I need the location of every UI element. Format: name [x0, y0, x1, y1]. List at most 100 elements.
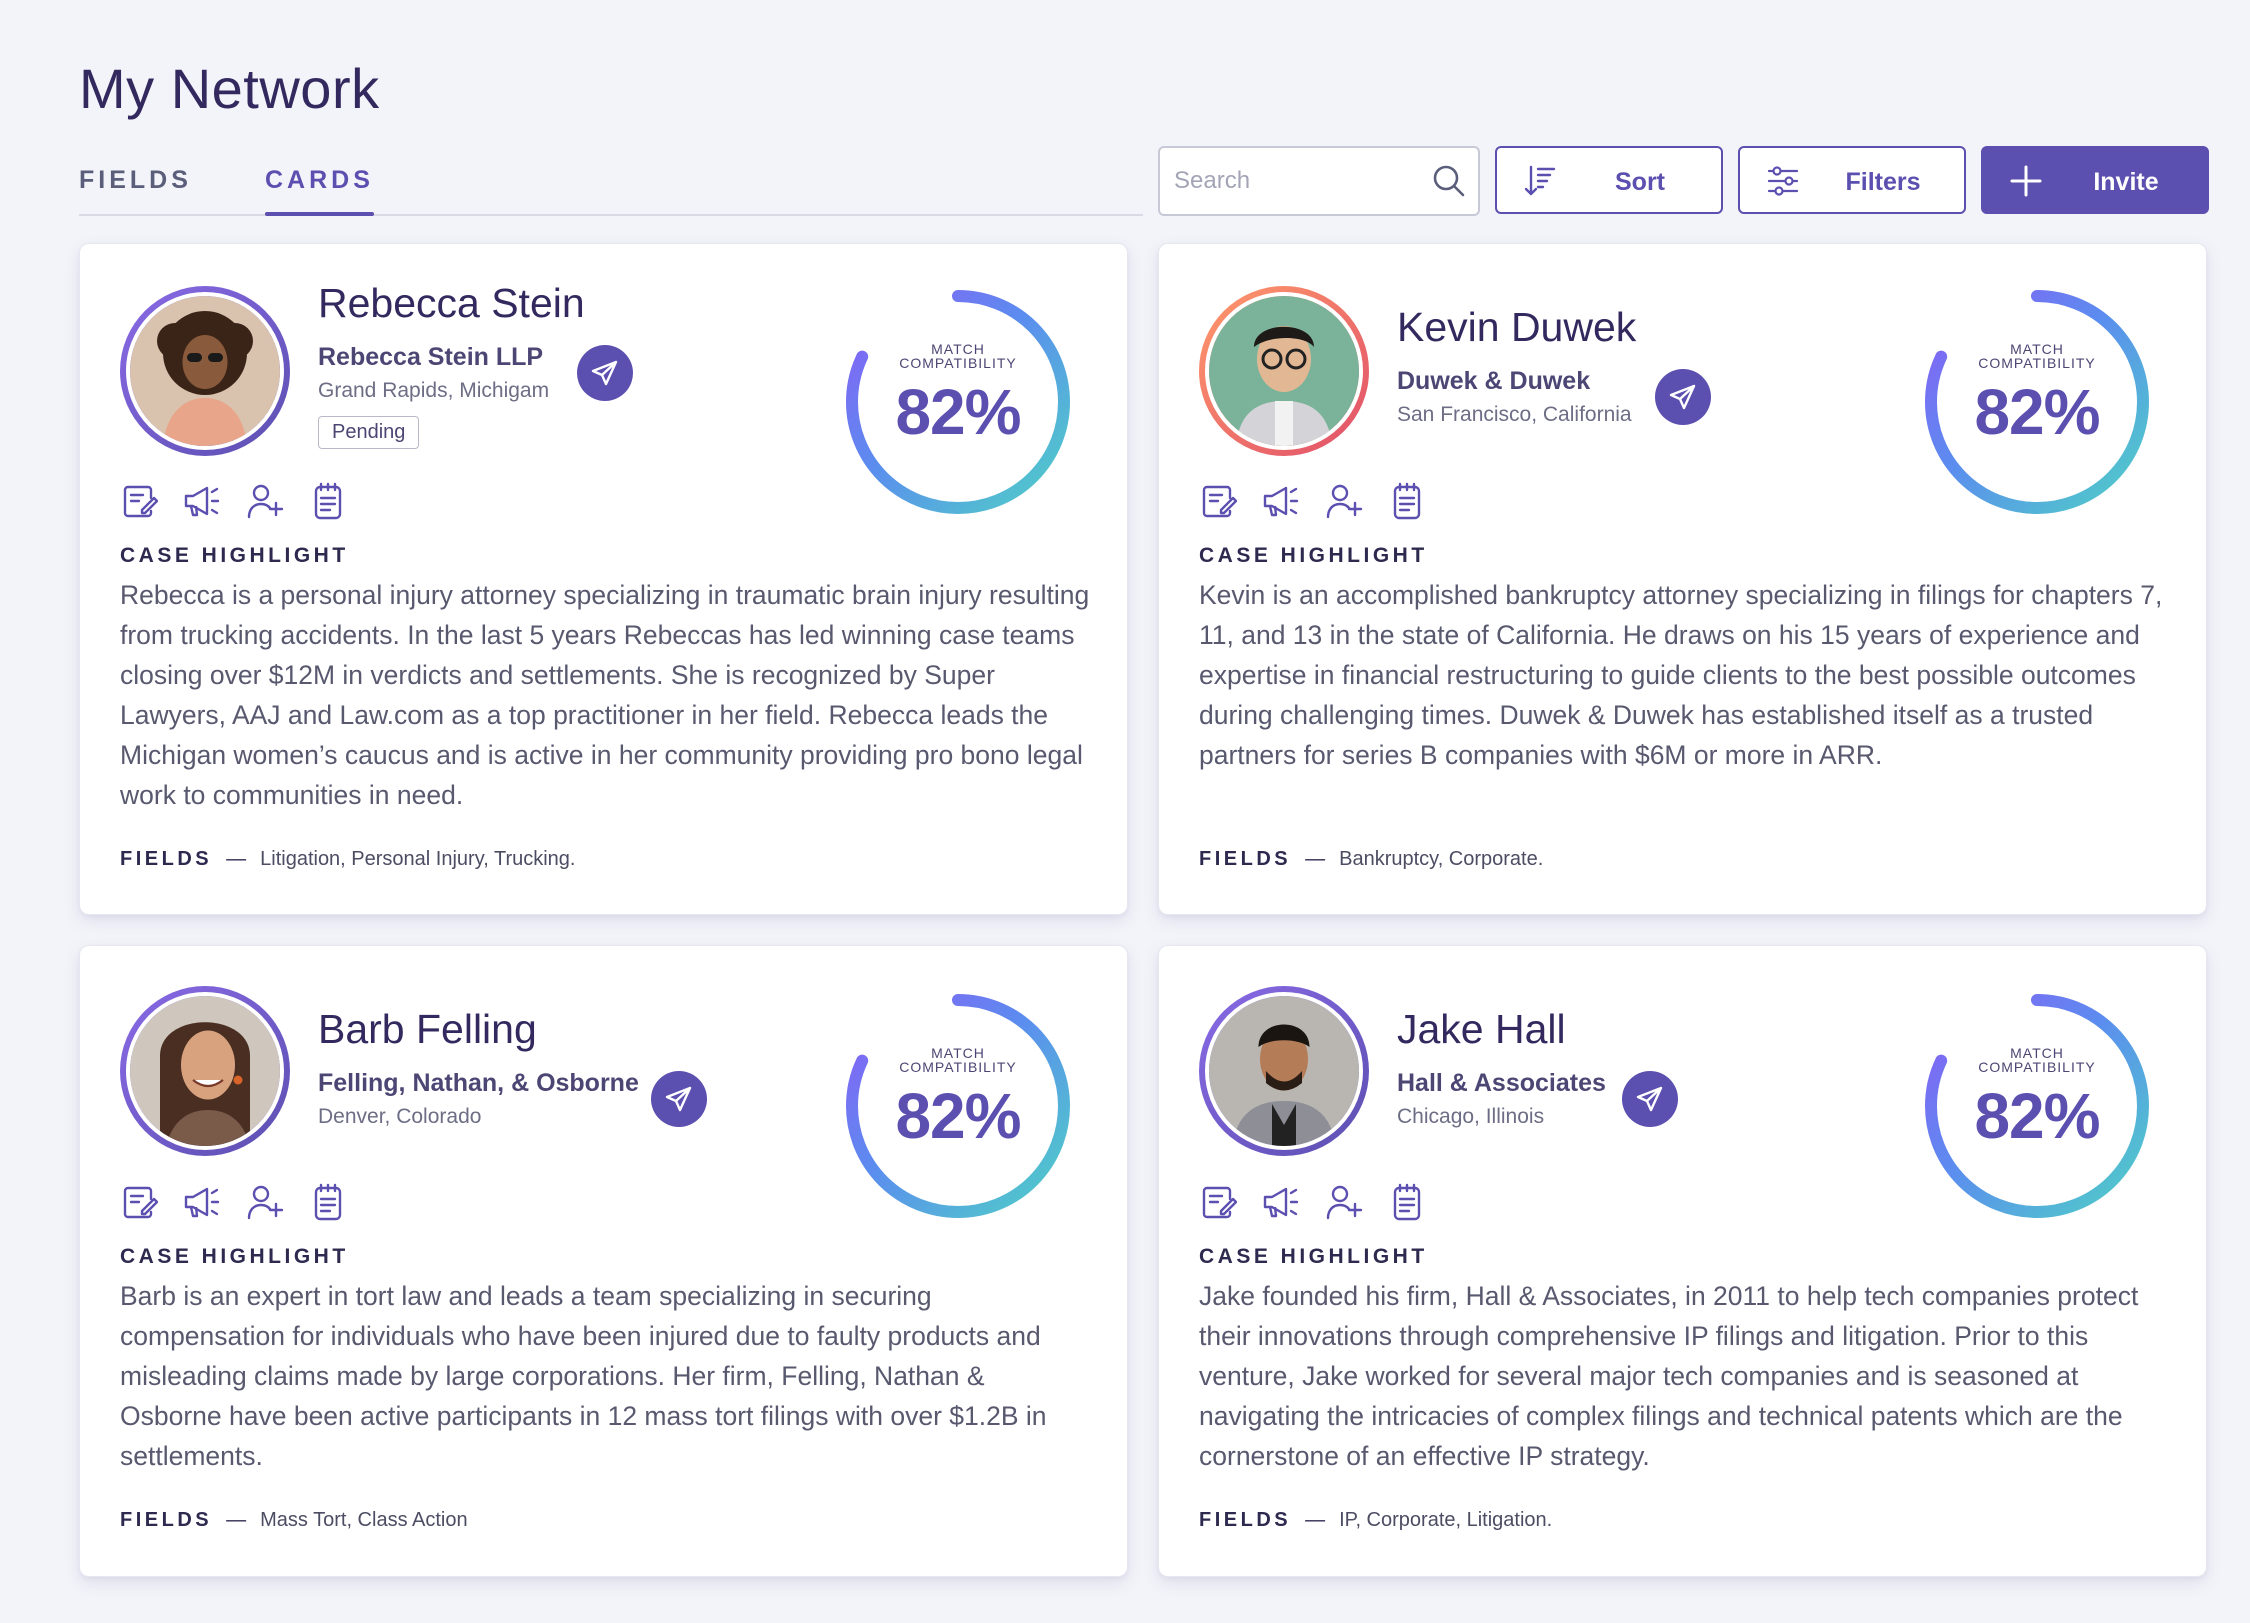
avatar-photo — [1209, 296, 1359, 446]
gauge-label-compatibility: COMPATIBILITY — [899, 1059, 1017, 1075]
fields-line: FIELDS — Mass Tort, Class Action — [120, 1509, 468, 1531]
contact-name: Barb Felling — [318, 1006, 537, 1052]
search-box — [1158, 146, 1480, 216]
gauge-label-match: MATCH — [2010, 341, 2064, 357]
fields-label: FIELDS — [120, 848, 213, 870]
tab-cards[interactable]: CARDS — [265, 166, 374, 216]
case-highlight-text: Jake founded his firm, Hall & Associates… — [1199, 1281, 2139, 1471]
avatar — [1199, 286, 1369, 456]
status-badge: Pending — [318, 416, 420, 449]
action-bar — [120, 1182, 372, 1222]
action-bar — [1199, 481, 1451, 521]
fields-value: Bankruptcy, Corporate. — [1339, 848, 1544, 870]
notepad-icon[interactable] — [309, 1182, 347, 1222]
add-user-icon[interactable] — [246, 481, 284, 521]
firm-name: Felling, Nathan, & Osborne — [318, 1069, 639, 1097]
avatar — [1199, 986, 1369, 1156]
fields-line: FIELDS — Litigation, Personal Injury, Truc… — [120, 848, 576, 870]
match-gauge: MATCH COMPATIBILITY 82% — [1917, 986, 2157, 1226]
edit-note-icon[interactable] — [120, 1182, 158, 1222]
search-icon[interactable] — [1432, 164, 1466, 198]
match-gauge: MATCH COMPATIBILITY 82% — [1917, 282, 2157, 522]
paper-plane-icon — [1668, 382, 1698, 412]
edit-note-icon[interactable] — [120, 481, 158, 521]
paper-plane-icon — [664, 1084, 694, 1114]
send-message-button[interactable] — [651, 1071, 707, 1127]
case-highlight-text: Rebecca is a personal injury attorney sp… — [120, 580, 1090, 810]
add-user-icon[interactable] — [1325, 1182, 1363, 1222]
notepad-icon[interactable] — [1388, 1182, 1426, 1222]
filters-label: Filters — [1845, 168, 1921, 196]
search-input[interactable] — [1174, 148, 1424, 214]
edit-note-icon[interactable] — [1199, 1182, 1237, 1222]
send-message-button[interactable] — [577, 345, 633, 401]
invite-label: Invite — [2093, 168, 2159, 196]
send-message-button[interactable] — [1655, 369, 1711, 425]
case-highlight-text: Kevin is an accomplished bankruptcy atto… — [1199, 580, 2163, 770]
case-highlight-title: CASE HIGHLIGHT — [120, 544, 349, 567]
compatibility-value: 82% — [1974, 1080, 2100, 1152]
gauge-label-match: MATCH — [2010, 1045, 2064, 1061]
gauge-label-compatibility: COMPATIBILITY — [1978, 1059, 2096, 1075]
avatar-photo — [130, 296, 280, 446]
action-bar — [120, 481, 372, 521]
edit-note-icon[interactable] — [1199, 481, 1237, 521]
paper-plane-icon — [590, 358, 620, 388]
profile-card[interactable]: Kevin Duwek Duwek & Duwek San Francisco,… — [1158, 243, 2207, 915]
megaphone-icon[interactable] — [183, 481, 221, 521]
paper-plane-icon — [1635, 1084, 1665, 1114]
gauge-label-compatibility: COMPATIBILITY — [1978, 355, 2096, 371]
fields-value: Mass Tort, Class Action — [260, 1509, 468, 1531]
sliders-icon — [1767, 166, 1799, 196]
gauge-label-match: MATCH — [931, 1045, 985, 1061]
location: Chicago, Illinois — [1397, 1105, 1545, 1128]
fields-line: FIELDS — IP, Corporate, Litigation. — [1199, 1509, 1553, 1531]
case-highlight-title: CASE HIGHLIGHT — [1199, 544, 1428, 567]
add-user-icon[interactable] — [1325, 481, 1363, 521]
location: Grand Rapids, Michigam — [318, 379, 550, 402]
compatibility-value: 82% — [1974, 376, 2100, 448]
firm-name: Rebecca Stein LLP — [318, 343, 544, 371]
fields-line: FIELDS — Bankruptcy, Corporate. — [1199, 848, 1544, 870]
sort-label: Sort — [1615, 168, 1665, 196]
profile-card[interactable]: Jake Hall Hall & Associates Chicago, Ill… — [1158, 945, 2207, 1577]
avatar-photo — [130, 996, 280, 1146]
firm-name: Duwek & Duwek — [1397, 367, 1591, 395]
firm-name: Hall & Associates — [1397, 1069, 1606, 1097]
send-message-button[interactable] — [1622, 1071, 1678, 1127]
sort-button[interactable]: Sort — [1495, 146, 1723, 214]
compatibility-value: 82% — [895, 376, 1021, 448]
fields-label: FIELDS — [1199, 848, 1292, 870]
profile-card[interactable]: Rebecca Stein Rebecca Stein LLP Grand Ra… — [79, 243, 1128, 915]
add-user-icon[interactable] — [246, 1182, 284, 1222]
case-highlight-title: CASE HIGHLIGHT — [1199, 1245, 1428, 1268]
contact-name: Kevin Duwek — [1397, 304, 1637, 350]
fields-label: FIELDS — [120, 1509, 213, 1531]
gauge-label-compatibility: COMPATIBILITY — [899, 355, 1017, 371]
plus-icon — [2010, 165, 2042, 197]
sort-icon — [1524, 165, 1556, 196]
notepad-icon[interactable] — [1388, 481, 1426, 521]
page-title: My Network — [79, 57, 380, 120]
action-bar — [1199, 1182, 1451, 1222]
notepad-icon[interactable] — [309, 481, 347, 521]
compatibility-value: 82% — [895, 1080, 1021, 1152]
gauge-label-match: MATCH — [931, 341, 985, 357]
fields-value: Litigation, Personal Injury, Trucking. — [260, 848, 576, 870]
match-gauge: MATCH COMPATIBILITY 82% — [838, 986, 1078, 1226]
profile-card[interactable]: Barb Felling Felling, Nathan, & Osborne … — [79, 945, 1128, 1577]
filters-button[interactable]: Filters — [1738, 146, 1966, 214]
avatar — [120, 286, 290, 456]
invite-button[interactable]: Invite — [1981, 146, 2209, 214]
view-tabs: FIELDS CARDS — [79, 160, 1143, 216]
megaphone-icon[interactable] — [1262, 481, 1300, 521]
tab-fields[interactable]: FIELDS — [79, 166, 192, 195]
contact-name: Rebecca Stein — [318, 280, 585, 326]
location: Denver, Colorado — [318, 1105, 482, 1128]
megaphone-icon[interactable] — [1262, 1182, 1300, 1222]
megaphone-icon[interactable] — [183, 1182, 221, 1222]
contact-name: Jake Hall — [1397, 1006, 1566, 1052]
fields-label: FIELDS — [1199, 1509, 1292, 1531]
fields-value: IP, Corporate, Litigation. — [1339, 1509, 1553, 1531]
match-gauge: MATCH COMPATIBILITY 82% — [838, 282, 1078, 522]
